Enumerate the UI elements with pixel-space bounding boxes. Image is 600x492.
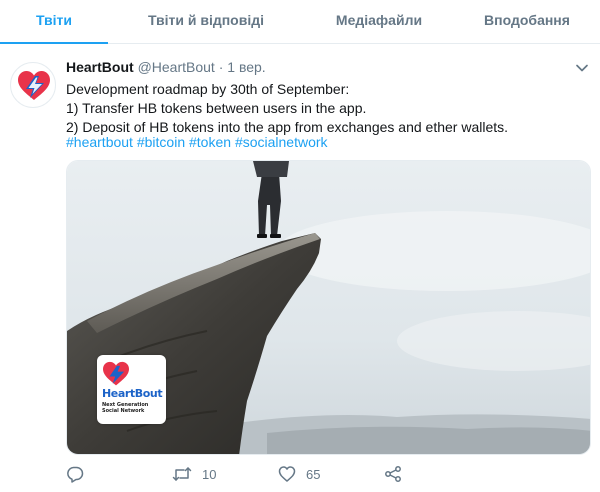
heart-icon [278, 466, 296, 482]
share-button[interactable] [384, 462, 402, 486]
reply-icon [67, 466, 84, 483]
tab-tweets-and-replies[interactable]: Твіти й відповіді [108, 0, 304, 44]
retweet-count: 10 [202, 466, 217, 482]
heartbout-logo-icon [18, 71, 50, 100]
tweet-timestamp[interactable]: 1 вер. [227, 59, 265, 75]
logo-wordmark: HeartBout [102, 387, 163, 400]
tweet-text-line: Development roadmap by 30th of September… [66, 81, 350, 97]
separator-dot: · [218, 59, 224, 75]
tab-likes[interactable]: Вподобання [454, 0, 600, 44]
hashtag-link[interactable]: #socialnetwork [235, 134, 328, 150]
like-count: 65 [306, 466, 321, 482]
chevron-down-icon[interactable] [574, 60, 590, 76]
tweet-image[interactable]: HeartBout Next Generation Social Network [66, 160, 591, 455]
tweet-text-line: 1) Transfer HB tokens between users in t… [66, 100, 367, 116]
like-button[interactable]: 65 [278, 462, 320, 486]
hashtag-link[interactable]: #heartbout [66, 134, 133, 150]
share-icon [385, 466, 401, 482]
retweet-button[interactable]: 10 [172, 462, 216, 486]
tab-media[interactable]: Медіафайли [304, 0, 454, 44]
logo-tagline-line: Social Network [102, 408, 145, 414]
profile-tabs: Твіти Твіти й відповіді Медіафайли Вподо… [0, 0, 600, 44]
avatar[interactable] [10, 62, 56, 108]
tweet-text: Development roadmap by 30th of September… [66, 80, 586, 137]
hashtag-link[interactable]: #token [189, 134, 231, 150]
logo-tagline: Next Generation Social Network [102, 402, 148, 414]
heartbout-logo-icon [103, 361, 129, 386]
author-handle[interactable]: @HeartBout [138, 59, 215, 75]
retweet-icon [172, 467, 192, 481]
tweet-header: HeartBout @HeartBout · 1 вер. [66, 59, 266, 75]
author-name[interactable]: HeartBout [66, 59, 134, 75]
hashtag-list: #heartbout #bitcoin #token #socialnetwor… [66, 133, 328, 152]
tab-tweets[interactable]: Твіти [0, 0, 108, 44]
reply-button[interactable] [66, 462, 94, 486]
heartbout-logo-card: HeartBout Next Generation Social Network [97, 355, 166, 424]
hashtag-link[interactable]: #bitcoin [137, 134, 185, 150]
